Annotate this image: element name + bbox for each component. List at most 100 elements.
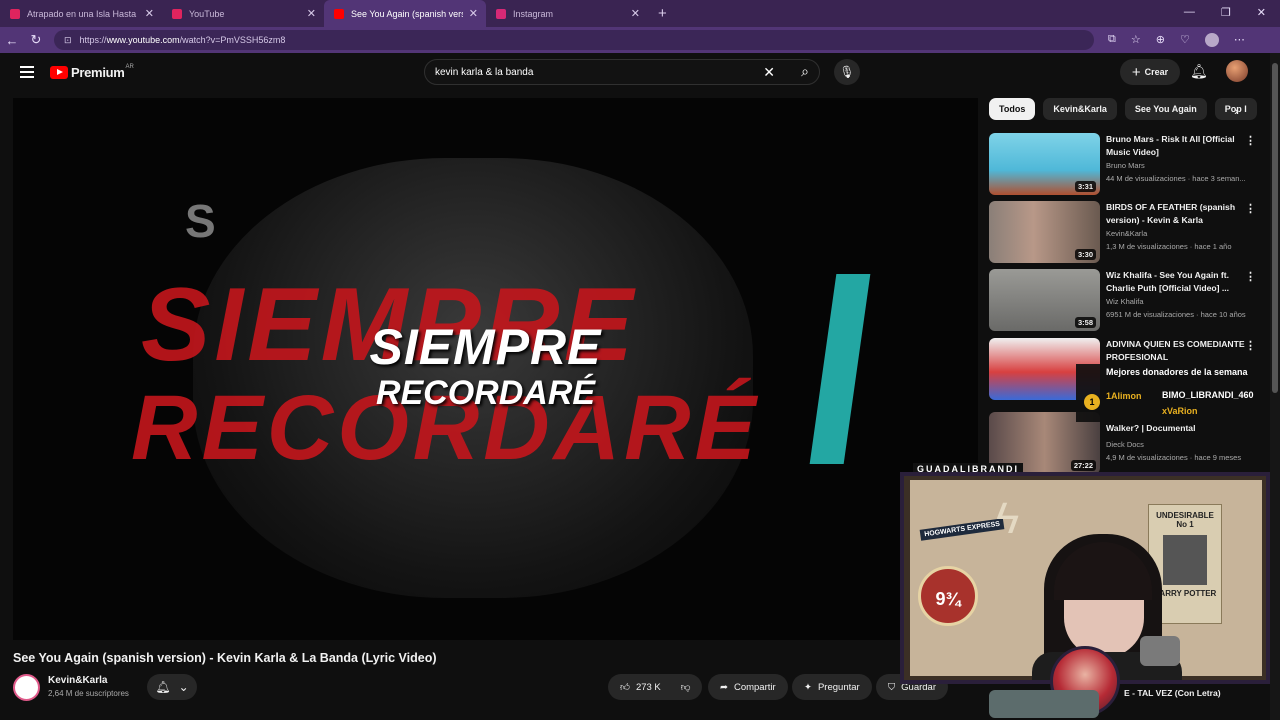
- url-field[interactable]: ⊡ https://www.youtube.com/watch?v=PmVSSH…: [54, 30, 1094, 50]
- recommendation-title: BIRDS OF A FEATHER (spanish version) - K…: [1106, 202, 1236, 225]
- tab-label: YouTube: [189, 8, 225, 19]
- recommendation-title: ADIVINA QUIEN ES COMEDIANTE PROFESIONAL: [1106, 339, 1245, 362]
- ask-button[interactable]: ✦ Preguntar: [792, 674, 872, 700]
- platform-sign: 9¾: [918, 566, 978, 626]
- chevron-right-icon[interactable]: ›: [1234, 103, 1238, 118]
- share-button[interactable]: ➦ Compartir: [708, 674, 788, 700]
- close-icon[interactable]: ✕: [307, 7, 316, 20]
- more-vert-icon[interactable]: ⋮: [1245, 270, 1256, 283]
- donor-name: 1Alimon: [1106, 391, 1142, 401]
- close-icon[interactable]: ✕: [469, 7, 478, 20]
- recommendation-channel: Wiz Khalifa: [1106, 297, 1144, 306]
- browser-tab-active[interactable]: See You Again (spanish versio ✕: [324, 0, 486, 27]
- plus-icon: +: [1131, 63, 1141, 81]
- subscription-bell-button[interactable]: 🔔︎ ⌄: [147, 674, 197, 700]
- menu-icon[interactable]: [20, 63, 34, 81]
- like-button[interactable]: 👍︎ 273 K 👎︎: [608, 674, 703, 700]
- tab-favicon: [172, 8, 182, 19]
- close-icon[interactable]: ✕: [145, 7, 154, 20]
- reload-icon[interactable]: ↻: [24, 32, 48, 48]
- video-logo-mark: S: [185, 195, 216, 247]
- more-vert-icon[interactable]: ⋮: [1245, 202, 1256, 215]
- close-window-icon[interactable]: ✕: [1257, 6, 1266, 19]
- recommendation-item[interactable]: 3:31 Bruno Mars - Risk It All [Official …: [989, 133, 1264, 195]
- scrollbar-thumb[interactable]: [1272, 63, 1278, 393]
- create-button[interactable]: + Crear: [1120, 59, 1180, 85]
- recommendation-channel: Bruno Mars: [1106, 161, 1145, 170]
- search-input[interactable]: kevin karla & la banda ✕ ⌕: [424, 59, 820, 85]
- url-path: /watch?v=PmVSSH56zm8: [179, 35, 286, 45]
- recommendation-meta: 44 M de visualizaciones · hace 3 seman..…: [1106, 174, 1246, 183]
- extensions-icon[interactable]: ⧉: [1108, 33, 1116, 47]
- video-player[interactable]: S SIEMPRE RECORDARÉ SIEMPRE RECORDARÉ: [13, 98, 978, 640]
- country-code: AR: [125, 64, 134, 70]
- back-icon[interactable]: ←: [0, 33, 24, 48]
- recommendation-meta: 6951 M de visualizaciones · hace 10 años: [1106, 310, 1246, 319]
- thumbs-down-icon[interactable]: 👎︎: [681, 681, 691, 693]
- recommendation-title: Walker? | Documental: [1106, 423, 1196, 433]
- donor-name: xVaRion: [1162, 406, 1198, 416]
- youtube-play-icon: [50, 65, 68, 79]
- restore-icon[interactable]: ❐: [1221, 6, 1231, 19]
- browser-tab[interactable]: Atrapado en una Isla Hasta que Co ✕: [0, 0, 162, 27]
- tab-favicon: [496, 8, 506, 19]
- browser-essentials-icon[interactable]: ♡: [1180, 33, 1190, 47]
- window-controls: — ❐ ✕: [1184, 6, 1266, 19]
- browser-tab[interactable]: Instagram ✕: [486, 0, 648, 27]
- browser-tab[interactable]: YouTube ✕: [162, 0, 324, 27]
- more-vert-icon[interactable]: ⋮: [1245, 134, 1256, 147]
- duration-badge: 3:31: [1074, 181, 1096, 192]
- profile-icon[interactable]: [1204, 33, 1219, 47]
- recommendation-item[interactable]: 3:30 BIRDS OF A FEATHER (spanish version…: [989, 201, 1264, 263]
- video-thumbnail[interactable]: 3:58: [989, 269, 1100, 331]
- speaker-icon[interactable]: [334, 8, 344, 19]
- chip-todos[interactable]: Todos: [989, 98, 1036, 120]
- recommendation-meta: 4,9 M de visualizaciones · hace 9 meses: [1106, 453, 1242, 462]
- youtube-logo[interactable]: Premium AR: [50, 64, 134, 80]
- new-tab-icon[interactable]: +: [658, 5, 667, 22]
- duration-badge: 3:30: [1074, 249, 1096, 260]
- collections-icon[interactable]: ⊕: [1156, 33, 1165, 47]
- video-lyric-line-1: SIEMPRE: [369, 319, 602, 375]
- recommendation-item[interactable]: 3:58 Wiz Khalifa - See You Again ft. Cha…: [989, 269, 1264, 331]
- scrollbar[interactable]: [1270, 53, 1280, 720]
- share-icon: ➦: [720, 681, 728, 693]
- recommendation-title: Bruno Mars - Risk It All [Official Music…: [1106, 134, 1235, 157]
- subscriber-count: 2,64 M de suscriptores: [48, 689, 129, 698]
- recommendation-channel: Kevin&Karla: [1106, 229, 1148, 238]
- create-label: Crear: [1144, 67, 1169, 77]
- close-icon[interactable]: ✕: [631, 7, 640, 20]
- channel-avatar[interactable]: [13, 674, 40, 701]
- brand-label: Premium: [71, 64, 125, 80]
- chevron-down-icon: ⌄: [178, 680, 189, 694]
- avatar[interactable]: [1226, 60, 1248, 82]
- youtube-header: Premium AR kevin karla & la banda ✕ ⌕ 🎙 …: [0, 53, 1270, 91]
- tab-favicon: [10, 8, 20, 19]
- ask-label: Preguntar: [817, 681, 860, 693]
- lightning-icon: ϟ: [996, 494, 1020, 543]
- favorites-icon[interactable]: ☆: [1131, 33, 1141, 47]
- tab-label: Instagram: [513, 8, 554, 19]
- donors-header: Mejores donadores de la semana: [1106, 367, 1248, 377]
- coin-badge: 1: [1084, 394, 1100, 410]
- tab-label: See You Again (spanish versio: [351, 8, 463, 19]
- channel-name[interactable]: Kevin&Karla: [48, 675, 107, 686]
- video-thumbnail[interactable]: [989, 690, 1099, 718]
- sparkle-icon: ✦: [804, 681, 812, 693]
- video-thumbnail[interactable]: 3:31: [989, 133, 1100, 195]
- minimize-icon[interactable]: —: [1184, 6, 1195, 19]
- microphone-icon[interactable]: 🎙: [834, 59, 860, 85]
- video-thumbnail[interactable]: 3:30: [989, 201, 1100, 263]
- search-icon[interactable]: ⌕: [801, 63, 809, 80]
- more-vert-icon[interactable]: ⋮: [1245, 339, 1256, 352]
- donor-name: BIMO_LIBRANDI_460: [1162, 390, 1254, 400]
- more-icon[interactable]: ⋯: [1234, 33, 1245, 47]
- share-label: Compartir: [733, 681, 776, 693]
- clear-icon[interactable]: ✕: [763, 64, 775, 81]
- like-count: 273 K: [635, 681, 661, 693]
- chip-kevin-karla[interactable]: Kevin&Karla: [1043, 98, 1117, 120]
- notifications-icon[interactable]: 🔔︎: [1190, 63, 1208, 80]
- video-title: See You Again (spanish version) - Kevin …: [13, 651, 437, 665]
- chip-see-you-again[interactable]: See You Again: [1124, 98, 1207, 120]
- url-prefix: https://: [79, 35, 107, 45]
